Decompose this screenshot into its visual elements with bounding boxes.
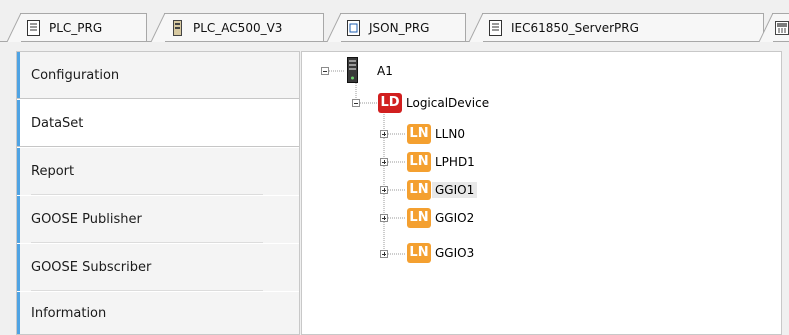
plus-glyph-v (384, 216, 385, 220)
settings-navigation: Configuration DataSet Report GOOSE Publi… (16, 51, 300, 335)
nav-divider (31, 290, 263, 291)
logical-node-icon: LN (407, 180, 431, 200)
nav-item-label: DataSet (31, 115, 84, 131)
logical-node-icon: LN (407, 152, 431, 172)
network-icon (775, 20, 789, 35)
plus-glyph-v (384, 252, 385, 256)
nav-item-accent (17, 292, 20, 334)
nav-item-goose-publisher[interactable]: GOOSE Publisher (17, 196, 299, 243)
tab-edge (151, 13, 165, 42)
expand-toggle[interactable] (380, 158, 388, 166)
nav-item-accent (17, 52, 20, 98)
tree-connector-lines (329, 70, 406, 255)
minus-glyph (323, 71, 327, 72)
document-icon (27, 19, 40, 36)
data-model-tree: A1 LD LogicalDevice LN LLN0 LN LPHD1 LN … (301, 51, 782, 335)
nav-item-accent (17, 196, 20, 243)
expand-toggle[interactable] (380, 214, 388, 222)
collapse-toggle[interactable] (321, 67, 329, 75)
tab-edge (759, 13, 773, 42)
nav-item-accent (17, 148, 20, 195)
nav-item-label: GOOSE Publisher (31, 212, 142, 227)
tab-label: PLC_PRG (49, 20, 103, 35)
nav-item-accent (17, 244, 20, 291)
nav-item-label: Report (31, 164, 75, 179)
nav-item-accent (17, 100, 20, 146)
function-block-icon (347, 19, 360, 36)
logical-device-icon: LD (378, 93, 402, 113)
nav-item-label: GOOSE Subscriber (31, 260, 152, 275)
tab-edge (7, 13, 21, 42)
tree-node-label[interactable]: LPHD1 (435, 154, 475, 170)
plus-glyph-v (384, 132, 385, 136)
tab-edge (469, 13, 483, 42)
tab-edge (327, 13, 341, 42)
expand-toggle[interactable] (380, 250, 388, 258)
nav-item-label: Configuration (31, 67, 120, 83)
nav-item-configuration[interactable]: Configuration (17, 52, 299, 99)
nav-divider (31, 194, 263, 195)
tree-node-label[interactable]: GGIO2 (435, 210, 474, 226)
plus-glyph-v (384, 160, 385, 164)
nav-item-report[interactable]: Report (17, 148, 299, 195)
tab-json-prg[interactable]: JSON_PRG (327, 13, 466, 42)
plus-glyph-v (384, 188, 385, 192)
nav-item-dataset[interactable]: DataSet (17, 100, 299, 147)
tab-label: PLC_AC500_V3 (193, 20, 283, 35)
nav-item-information[interactable]: Information (17, 292, 299, 334)
collapse-toggle[interactable] (352, 99, 360, 107)
server-icon (347, 57, 358, 83)
device-icon (173, 19, 182, 36)
tab-plc-ac500-v3[interactable]: PLC_AC500_V3 (151, 13, 324, 42)
tree-node-label[interactable]: GGIO3 (435, 245, 474, 261)
tab-network-config[interactable] (759, 13, 789, 42)
logical-node-icon: LN (407, 124, 431, 144)
tab-label: IEC61850_ServerPRG (511, 20, 639, 35)
nav-divider (31, 242, 263, 243)
editor-tab-strip: PLC_PRG PLC_AC500_V3 JSON_PRG IEC61850_S… (0, 0, 789, 44)
expand-toggle[interactable] (380, 130, 388, 138)
logical-node-icon: LN (407, 243, 431, 263)
nav-item-goose-subscriber[interactable]: GOOSE Subscriber (17, 244, 299, 291)
tab-iec61850-serverprg[interactable]: IEC61850_ServerPRG (469, 13, 764, 42)
expand-toggle[interactable] (380, 186, 388, 194)
tree-node-label[interactable]: LogicalDevice (406, 95, 489, 111)
nav-item-label: Information (31, 305, 107, 321)
tree-node-label-selected[interactable]: GGIO1 (432, 182, 478, 198)
tree-node-label[interactable]: A1 (377, 63, 393, 79)
tab-plc-prg[interactable]: PLC_PRG (7, 13, 147, 42)
tree-node-label[interactable]: LLN0 (435, 126, 465, 142)
tab-label: JSON_PRG (369, 20, 430, 35)
logical-node-icon: LN (407, 208, 431, 228)
tab-strip-baseline (0, 41, 789, 42)
document-icon (489, 19, 502, 36)
minus-glyph (354, 103, 358, 104)
